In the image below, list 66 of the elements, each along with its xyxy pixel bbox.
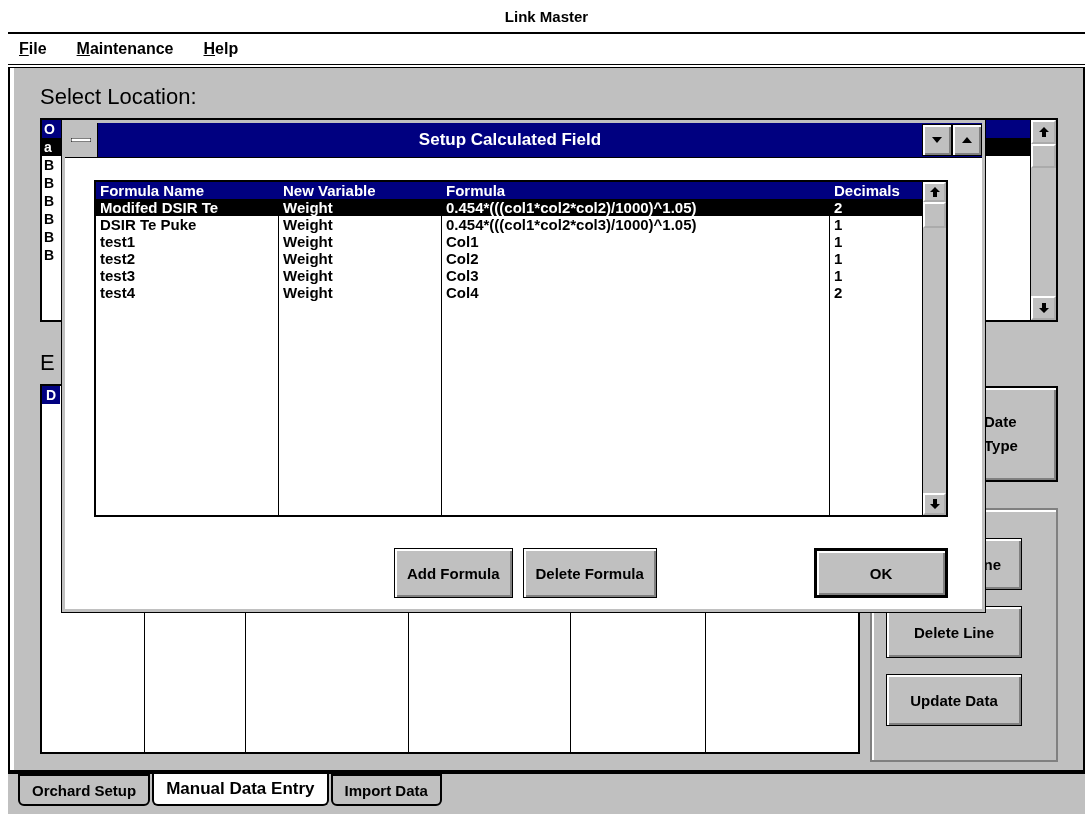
- up-arrow-icon: [1038, 127, 1049, 137]
- table-row[interactable]: test1 Weight Col1 1: [96, 233, 922, 250]
- column-header: Formula Name: [99, 182, 206, 199]
- up-arrow-icon: [929, 187, 940, 197]
- table-cell-text: Weight: [282, 216, 334, 233]
- table-cell-text: Col1: [445, 233, 480, 250]
- table-cell-text: 1: [833, 233, 844, 250]
- table-cell-text: Weight: [282, 233, 334, 250]
- scroll-thumb[interactable]: [1031, 144, 1056, 168]
- table-cell-text: 2: [833, 199, 844, 216]
- menu-item[interactable]: Help: [203, 40, 239, 58]
- down-arrow-icon: [1038, 303, 1049, 313]
- table-cell-text: Weight: [282, 267, 334, 284]
- table-row[interactable]: Modifed DSIR Te Weight 0.454*(((col1*col2*col2)/1000)^1.05) 2: [96, 199, 922, 216]
- table-cell-text: test2: [99, 250, 137, 267]
- dialog-button[interactable]: OK: [814, 548, 948, 598]
- table-cell-text: 0.454*(((col1*col2*col3)/1000)^1.05): [445, 216, 698, 233]
- location-label: Select Location:: [40, 83, 198, 111]
- column-header: D: [42, 386, 61, 404]
- scrollbar[interactable]: [922, 182, 946, 515]
- tab[interactable]: Orchard Setup: [18, 774, 151, 806]
- table-cell-text: Weight: [282, 250, 334, 267]
- menu-item[interactable]: Maintenance: [76, 40, 174, 58]
- table-cell-text: Weight: [282, 284, 334, 301]
- table-cell-text: test1: [99, 233, 137, 250]
- column-header: New Variable: [282, 182, 377, 199]
- up-triangle-icon: [962, 137, 972, 143]
- table-cell-text: test4: [99, 284, 137, 301]
- table-cell-text: 1: [833, 250, 844, 267]
- table-row[interactable]: test3 Weight Col3 1: [96, 267, 922, 284]
- scrollbar[interactable]: [1030, 120, 1056, 320]
- table-cell-text: DSIR Te Puke: [99, 216, 198, 233]
- maximize-button[interactable]: [952, 124, 982, 156]
- table-cell-text: Weight: [282, 199, 334, 216]
- table-cell-text: 2: [833, 284, 844, 301]
- column-header: Decimals: [833, 182, 901, 199]
- dialog-button[interactable]: Delete Formula: [522, 548, 657, 598]
- dialog-title: Setup Calculated Field: [417, 130, 603, 150]
- down-triangle-icon: [932, 137, 942, 143]
- scroll-up-button[interactable]: [923, 182, 946, 202]
- table-cell-text: Col4: [445, 284, 480, 301]
- down-arrow-icon: [929, 499, 940, 509]
- scroll-down-button[interactable]: [1031, 296, 1056, 320]
- table-cell-text: 0.454*(((col1*col2*col2)/1000)^1.05): [445, 199, 698, 216]
- column-header: Formula: [445, 182, 507, 199]
- table-cell-text: Modifed DSIR Te: [99, 199, 220, 216]
- tab[interactable]: Manual Data Entry: [152, 774, 329, 806]
- table-row[interactable]: test2 Weight Col2 1: [96, 250, 922, 267]
- table-row[interactable]: test4 Weight Col4 2: [96, 284, 922, 301]
- table-cell-text: test3: [99, 267, 137, 284]
- table-cell-text: 1: [833, 216, 844, 233]
- section-label: E: [40, 349, 56, 377]
- tab[interactable]: Import Data: [330, 774, 442, 806]
- scroll-up-button[interactable]: [1031, 120, 1056, 144]
- table-cell-text: Col3: [445, 267, 480, 284]
- action-button[interactable]: Update Data: [886, 674, 1022, 726]
- table-row[interactable]: DSIR Te Puke Weight 0.454*(((col1*col2*col3)/1000)^1.05) 1: [96, 216, 922, 233]
- dialog-button[interactable]: Add Formula: [394, 548, 513, 598]
- scroll-down-button[interactable]: [923, 493, 946, 515]
- minimize-button[interactable]: [922, 124, 952, 156]
- window-title: Link Master: [504, 7, 589, 25]
- scroll-thumb[interactable]: [923, 202, 946, 228]
- system-menu-button[interactable]: [65, 123, 98, 157]
- menu-item[interactable]: File: [19, 40, 47, 58]
- table-cell-text: Col2: [445, 250, 480, 267]
- table-cell-text: 1: [833, 267, 844, 284]
